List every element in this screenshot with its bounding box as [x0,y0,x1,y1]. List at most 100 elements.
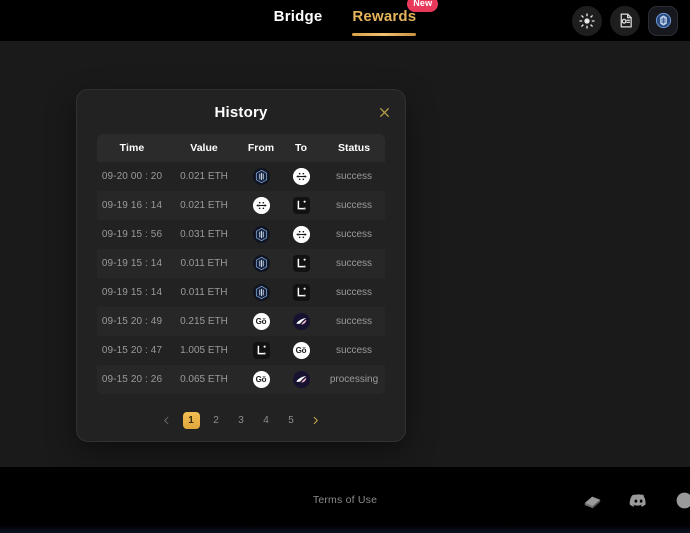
table-row[interactable]: 09-15 20 : 26 0.065 ETH Gö processing [97,365,385,394]
book-icon [584,496,600,508]
cell-from [241,342,281,359]
pagination-page-1[interactable]: 1 [182,412,200,429]
table-row[interactable]: 09-15 20 : 49 0.215 ETH Gö success [97,307,385,336]
theme-toggle-button[interactable] [572,5,602,36]
docs-link[interactable] [580,488,604,512]
column-header-time: Time [119,142,145,154]
cell-status: success [335,171,373,182]
cell-to [281,197,321,214]
chain-icon-taiko [292,313,310,330]
cell-from [241,226,281,243]
cell-time: 09-20 00 : 20 [101,171,163,182]
cell-from: Gö [241,371,281,388]
footer-glow [0,525,690,533]
pagination-page-4[interactable]: 4 [258,412,275,429]
cell-value: 0.065 ETH [180,374,228,385]
pagination-next-button[interactable] [308,412,324,429]
header-actions [572,0,678,41]
wallet-icon [655,12,671,29]
cell-time: 09-19 15 : 14 [101,258,163,269]
table-row[interactable]: 09-19 15 : 56 0.031 ETH success [97,220,385,249]
chain-icon-linea [252,342,270,359]
cell-time: 09-15 20 : 26 [101,374,163,385]
cell-to [281,226,321,243]
page-footer: Terms of Use [0,467,690,533]
twitter-link[interactable] [672,488,690,512]
nav-item-label: Rewards [352,7,417,25]
chain-icon-scroll [252,226,270,243]
close-icon[interactable] [375,103,393,121]
footer-social-links [580,488,690,512]
sun-icon [579,12,595,29]
discord-link[interactable] [626,488,650,512]
cell-from [241,284,281,301]
history-panel-header: History [77,90,405,134]
pagination-page-5[interactable]: 5 [283,412,300,429]
cell-time: 09-19 16 : 14 [101,200,163,211]
table-header-row: Time Value From To Status [97,134,385,162]
cell-status: success [335,345,373,356]
chain-icon-linea [292,284,310,301]
twitter-icon [676,492,690,508]
cell-value: 0.011 ETH [180,287,228,298]
cell-value: 1.005 ETH [180,345,228,356]
chain-icon-goerli: Gö [252,313,270,330]
chain-icon-taiko [292,371,310,388]
cell-from [241,197,281,214]
table-body: 09-20 00 : 20 0.021 ETH success 09-19 16 : … [97,162,385,394]
cell-status: success [335,287,373,298]
chevron-right-icon [313,416,318,425]
table-row[interactable]: 09-19 15 : 14 0.011 ETH success [97,278,385,307]
cell-to [281,255,321,272]
nav-bridge[interactable]: Bridge [274,6,323,36]
cell-value: 0.021 ETH [180,200,228,211]
main-stage: History Time Value From To Status 09-20 … [0,41,690,467]
nav-rewards[interactable]: Rewards New [352,0,439,36]
table-row[interactable]: 09-15 20 : 47 1.005 ETH Gö success [97,336,385,365]
document-icon [620,13,632,28]
table-row[interactable]: 09-19 15 : 14 0.011 ETH success [97,249,385,278]
pagination-page-2[interactable]: 2 [208,412,225,429]
cell-to [281,313,321,330]
column-header-value: Value [190,142,218,154]
chevron-left-icon [164,416,169,425]
chain-icon-arrows [292,226,310,243]
chain-icon-arrows [292,168,310,185]
cell-from [241,255,281,272]
chain-icon-arrows [252,197,270,214]
nav-active-underline [352,32,417,36]
pagination-page-3[interactable]: 3 [233,412,250,429]
nav-item-label: Bridge [273,7,323,25]
cell-status: processing [329,374,379,385]
history-panel: History Time Value From To Status 09-20 … [76,89,406,442]
new-badge: New [407,0,439,12]
docs-button[interactable] [610,5,640,36]
cell-time: 09-15 20 : 47 [101,345,163,356]
cell-value: 0.021 ETH [180,171,228,182]
cell-time: 09-19 15 : 14 [101,287,163,298]
cell-value: 0.011 ETH [180,258,228,269]
cell-time: 09-15 20 : 49 [101,316,163,327]
column-header-to: To [294,142,308,154]
chain-icon-scroll [252,284,270,301]
pagination-prev-button[interactable] [159,412,175,429]
page-title: History [214,103,268,121]
discord-icon [629,493,646,507]
history-table: Time Value From To Status 09-20 00 : 20 0… [97,134,385,394]
cell-status: success [335,229,373,240]
table-row[interactable]: 09-19 16 : 14 0.021 ETH success [97,191,385,220]
cell-value: 0.215 ETH [180,316,228,327]
chain-icon-goerli: Gö [252,371,270,388]
app-root: Bridge Rewards New History Time Value Fr… [0,0,690,533]
chain-icon-linea [292,197,310,214]
chain-icon-scroll [252,255,270,272]
cell-to [281,371,321,388]
table-row[interactable]: 09-20 00 : 20 0.021 ETH success [97,162,385,191]
cell-status: success [335,258,373,269]
cell-status: success [335,200,373,211]
wallet-button[interactable] [648,5,678,36]
cell-value: 0.031 ETH [180,229,228,240]
cell-to: Gö [281,342,321,359]
cell-time: 09-19 15 : 56 [101,229,163,240]
cell-from [241,168,281,185]
